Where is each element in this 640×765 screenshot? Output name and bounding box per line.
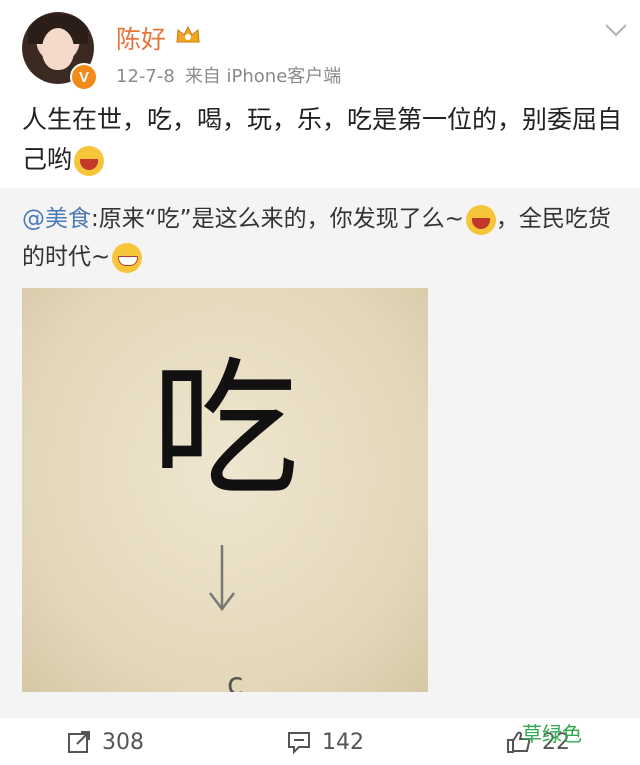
laughing-emoji-icon — [465, 204, 496, 235]
post-header: V 陈好 12-7-8 来自 iPhone客户端 — [0, 0, 640, 96]
share-icon — [68, 731, 90, 753]
image-partial-char: c — [227, 667, 244, 693]
repost-text-part1: :原来“吃”是这么来的，你发现了么~ — [91, 206, 464, 232]
reposted-content[interactable]: @美食:原来“吃”是这么来的，你发现了么~ ，全民吃货的时代~ 吃 c — [0, 188, 640, 718]
watermark: 草绿色 — [522, 722, 582, 746]
post-body: 人生在世，吃，喝，玩，乐，吃是第一位的，别委屈自己哟 — [22, 105, 623, 174]
avatar-face — [42, 28, 74, 70]
repost-count: 308 — [102, 729, 144, 755]
comment-count: 142 — [322, 729, 364, 755]
weibo-post: V 陈好 12-7-8 来自 iPhone客户端 人生在世，吃，喝，玩，乐，吃是第… — [0, 0, 640, 765]
comment-icon — [288, 732, 310, 755]
post-image[interactable]: 吃 c — [22, 288, 428, 692]
post-date: 12-7-8 — [116, 66, 175, 87]
post-meta: 12-7-8 来自 iPhone客户端 — [116, 62, 341, 88]
comment-button[interactable]: 142 — [286, 726, 364, 758]
repost-button[interactable]: 308 — [66, 726, 144, 758]
chevron-down-icon[interactable] — [604, 20, 628, 40]
post-text: 人生在世，吃，喝，玩，乐，吃是第一位的，别委屈自己哟 — [22, 100, 622, 180]
down-arrow-icon — [209, 545, 235, 612]
crown-icon — [176, 25, 200, 43]
image-big-char: 吃 — [151, 344, 299, 516]
action-bar: 308 142 22 草绿色 — [0, 718, 640, 765]
username[interactable]: 陈好 — [116, 20, 166, 56]
repost-text: @美食:原来“吃”是这么来的，你发现了么~ ，全民吃货的时代~ — [22, 200, 622, 276]
post-source: 来自 iPhone客户端 — [184, 66, 342, 87]
laughing-emoji-icon — [74, 146, 105, 176]
grin-emoji-icon — [112, 242, 143, 273]
mention-link[interactable]: @美食 — [22, 206, 91, 232]
verified-badge: V — [70, 63, 98, 91]
